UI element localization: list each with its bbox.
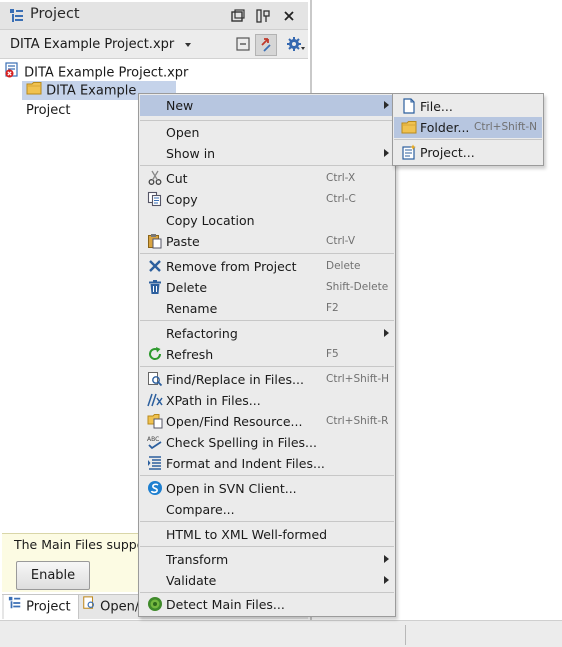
file-icon [401, 98, 417, 114]
menu-item-refresh[interactable]: Refresh F5 [140, 344, 394, 365]
restore-icon[interactable] [230, 8, 246, 24]
submenu-arrow-icon [384, 576, 389, 584]
spellcheck-icon: ABC [147, 434, 163, 450]
trash-icon [147, 279, 163, 295]
submenu-arrow-icon [384, 329, 389, 337]
menu-item-refactoring[interactable]: Refactoring [140, 323, 394, 344]
menu-item-cut[interactable]: Cut Ctrl-X [140, 168, 394, 189]
svn-icon [147, 480, 163, 496]
project-view-icon [9, 8, 25, 24]
refresh-icon [147, 346, 163, 362]
menu-item-detect-main-files[interactable]: Detect Main Files... [140, 594, 394, 615]
menu-item-check-spelling-in-files[interactable]: ABC Check Spelling in Files... [140, 432, 394, 453]
enable-button[interactable]: Enable [16, 561, 90, 590]
scissors-icon [147, 170, 163, 186]
menu-item-xpath-in-files[interactable]: XPath in Files... [140, 390, 394, 411]
menu-separator [140, 546, 394, 547]
tree-item-project[interactable]: DITA Example Project.xpr [4, 62, 188, 81]
menu-separator [394, 139, 542, 140]
menu-separator [140, 475, 394, 476]
project-icon [401, 144, 417, 160]
svg-text:ABC: ABC [147, 436, 159, 443]
menu-separator [140, 253, 394, 254]
panel-titlebar: Project [0, 2, 308, 30]
find-replace-icon [147, 371, 163, 387]
submenu-arrow-icon [384, 555, 389, 563]
menu-separator [140, 320, 394, 321]
gear-icon[interactable] [286, 36, 305, 52]
menu-item-validate[interactable]: Validate [140, 570, 394, 591]
menu-item-open[interactable]: Open [140, 122, 394, 143]
tab-open-find-label: Open/I [100, 599, 144, 615]
menu-item-paste[interactable]: Paste Ctrl-V [140, 231, 394, 252]
menu-item-rename[interactable]: Rename F2 [140, 298, 394, 319]
collapse-all-icon[interactable] [235, 36, 251, 52]
project-view-icon [8, 595, 22, 619]
open-find-icon [82, 595, 96, 619]
project-selector-label: DITA Example Project.xpr [10, 37, 175, 52]
tree-item-project-label: DITA Example Project.xpr [24, 65, 189, 81]
xpath-icon [147, 392, 163, 408]
paste-icon [147, 233, 163, 249]
menu-item-html-to-xml-well-formed[interactable]: HTML to XML Well-formed [140, 524, 394, 545]
menu-item-format-and-indent-files[interactable]: Format and Indent Files... [140, 453, 394, 474]
menu-separator [140, 592, 394, 593]
menu-separator [140, 165, 394, 166]
menu-item-compare[interactable]: Compare... [140, 499, 394, 520]
link-with-editor-icon[interactable] [255, 34, 277, 56]
project-selector[interactable]: DITA Example Project.xpr [10, 37, 192, 52]
status-bar [0, 620, 562, 647]
menu-item-copy-location[interactable]: Copy Location [140, 210, 394, 231]
chevron-down-icon [184, 37, 192, 52]
folder-icon [26, 81, 42, 101]
close-icon[interactable] [281, 8, 297, 24]
notice-text: The Main Files suppo [14, 537, 145, 552]
submenu-item-file[interactable]: File... [394, 96, 542, 117]
menu-item-new[interactable]: New [140, 95, 394, 116]
copy-icon [147, 191, 163, 207]
menu-item-open-find-resource[interactable]: Open/Find Resource... Ctrl+Shift-R [140, 411, 394, 432]
format-indent-icon [147, 455, 163, 471]
detect-main-files-icon [147, 596, 163, 612]
menu-item-delete[interactable]: Delete Shift-Delete [140, 277, 394, 298]
tree-item-folder-label: DITA Example Project [26, 83, 137, 119]
folder-icon [401, 119, 417, 135]
tab-project[interactable]: Project [4, 595, 79, 619]
menu-item-transform[interactable]: Transform [140, 549, 394, 570]
new-submenu: File... Folder... Ctrl+Shift-N Project..… [392, 93, 544, 166]
menu-item-show-in[interactable]: Show in [140, 143, 394, 164]
panel-toolbar: DITA Example Project.xpr [0, 30, 308, 59]
status-divider [405, 625, 406, 645]
menu-item-open-in-svn-client[interactable]: Open in SVN Client... [140, 478, 394, 499]
project-error-icon [4, 62, 20, 84]
submenu-arrow-icon [384, 101, 389, 109]
menu-separator [140, 366, 394, 367]
submenu-arrow-icon [384, 149, 389, 157]
menu-separator [140, 120, 394, 121]
menu-separator [140, 521, 394, 522]
submenu-item-project[interactable]: Project... [394, 142, 542, 163]
tab-project-label: Project [26, 599, 71, 615]
submenu-item-folder[interactable]: Folder... Ctrl+Shift-N [394, 117, 542, 138]
context-menu: New Open Show in Cut Ctrl-X Copy Ctrl-C … [138, 93, 396, 617]
menu-item-remove-from-project[interactable]: Remove from Project Delete [140, 256, 394, 277]
menu-item-find-replace-in-files[interactable]: Find/Replace in Files... Ctrl+Shift-H [140, 369, 394, 390]
dock-icon[interactable] [255, 8, 271, 24]
open-find-resource-icon [147, 413, 163, 429]
menu-item-copy[interactable]: Copy Ctrl-C [140, 189, 394, 210]
panel-title: Project [30, 6, 80, 22]
remove-icon [147, 258, 163, 274]
